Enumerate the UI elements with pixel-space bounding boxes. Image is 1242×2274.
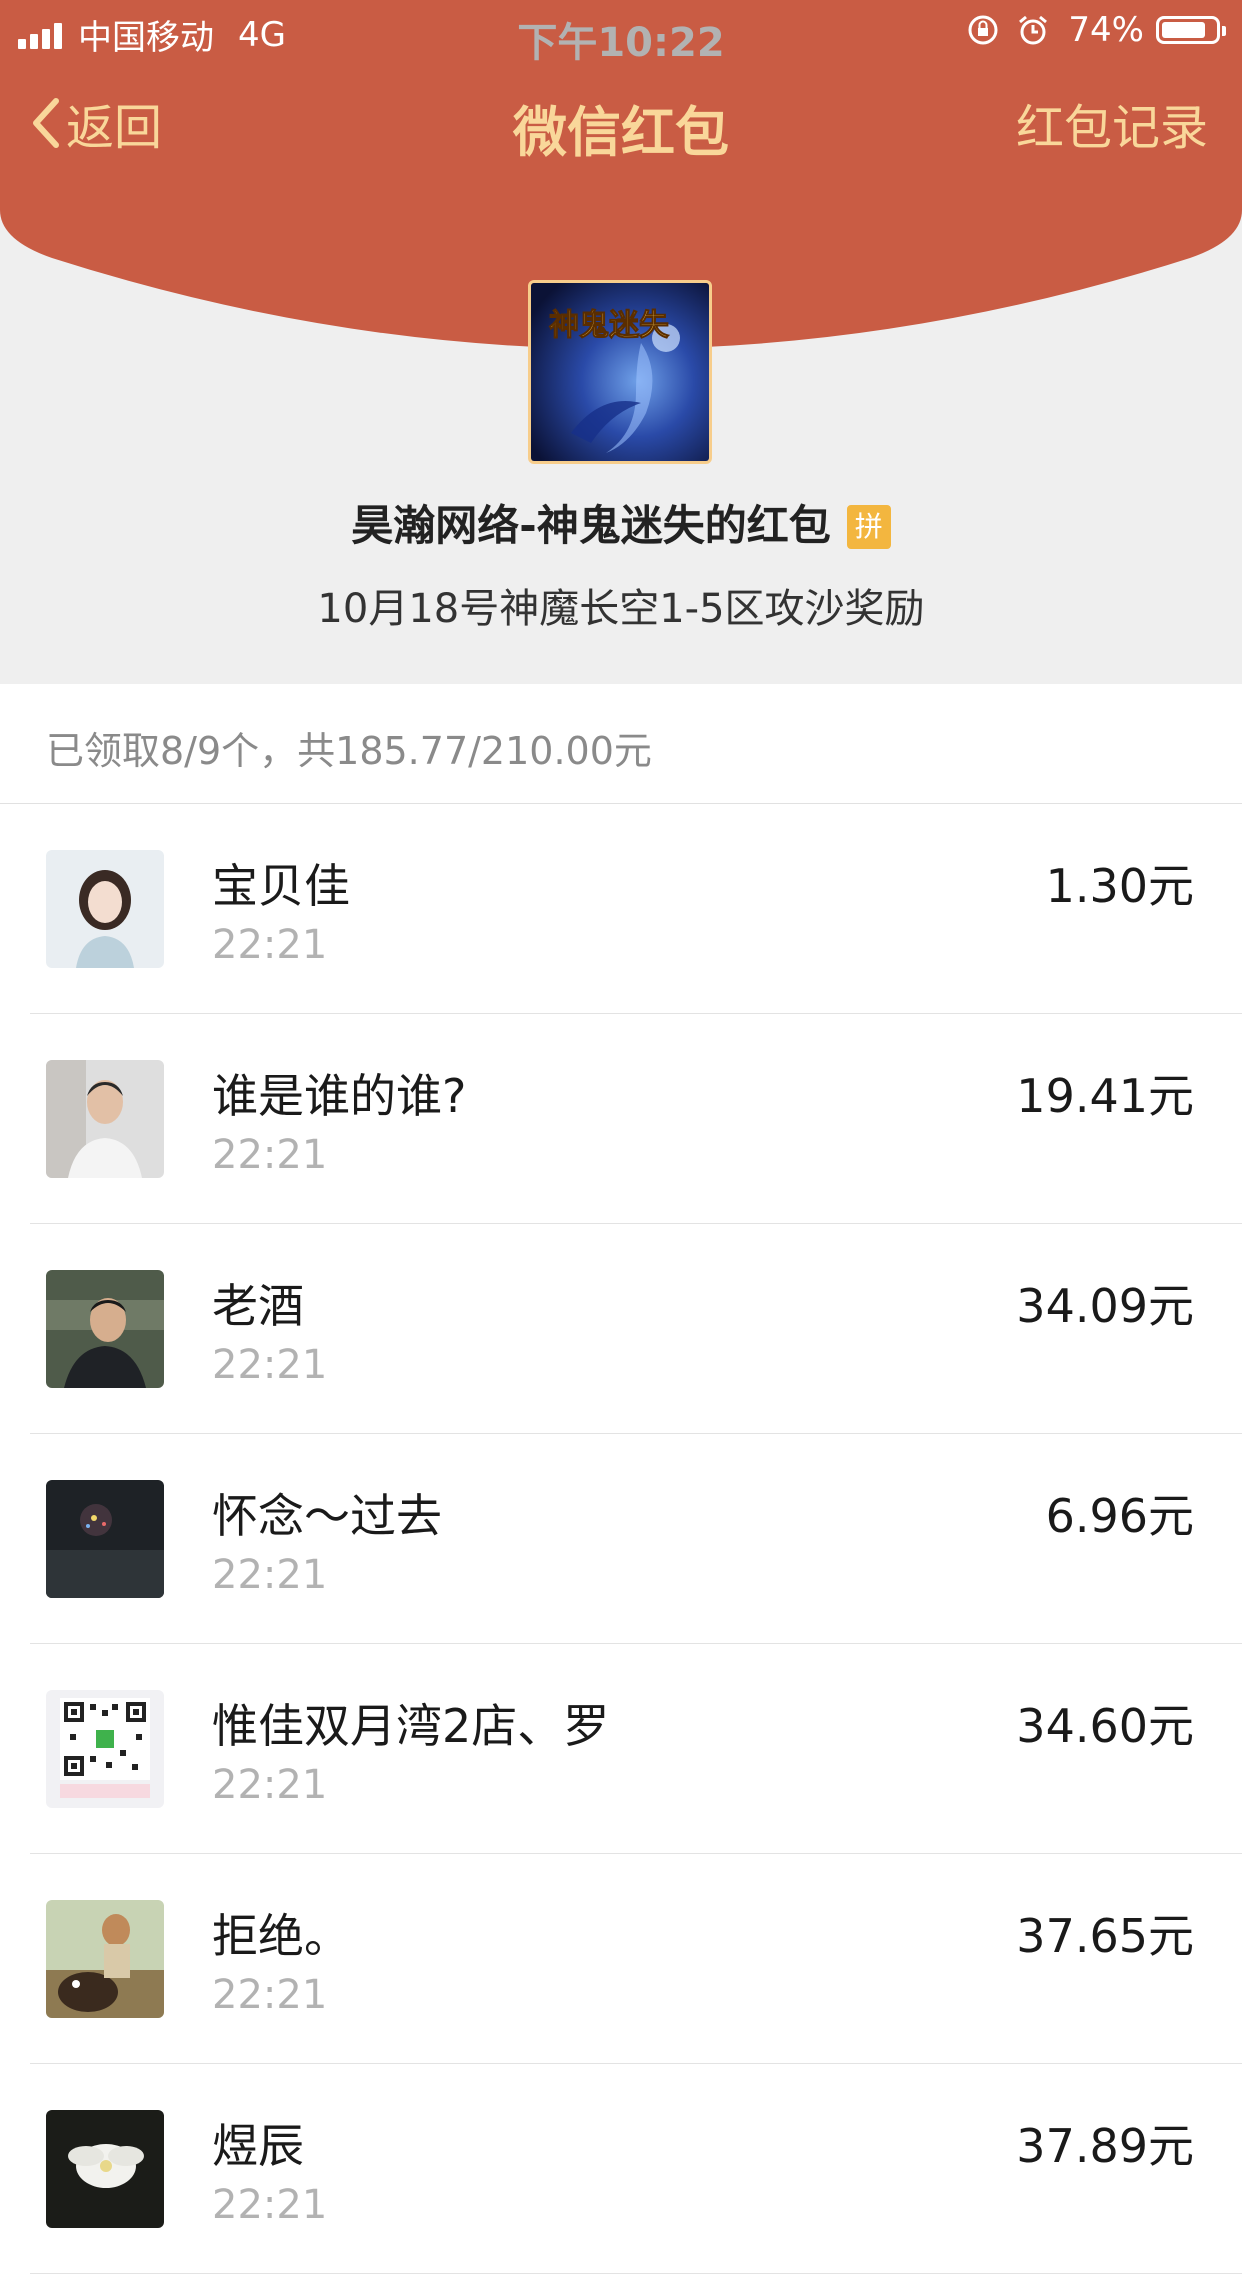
sender-name-text: 昊瀚网络-神鬼迷失的红包 [351,501,831,550]
receiver-name: 煜辰 [212,2119,304,2173]
list-item[interactable]: 怀念～过去 22:21 6.96元 [0,1434,1242,1644]
receiver-name: 惟佳双月湾2店、罗 [212,1699,610,1753]
receive-amount: 34.09元 [1016,1279,1194,1333]
list-item[interactable]: 煜辰 22:21 37.89元 [0,2064,1242,2274]
receiver-name: 拒绝。 [212,1909,350,1963]
battery-icon [1156,16,1226,44]
list-item[interactable]: 拒绝。 22:21 37.65元 [0,1854,1242,2064]
receive-time: 22:21 [212,2182,328,2228]
receiver-name: 谁是谁的谁? [212,1069,467,1123]
receive-time: 22:21 [212,1132,328,1178]
receiver-name: 宝贝佳 [212,859,350,913]
packet-header: 中国移动 4G 下午10:22 74% 返回 微信红包 红包记录 神鬼迷失 昊瀚… [0,0,1242,684]
avatar[interactable] [46,1270,164,1388]
packet-greeting: 10月18号神魔长空1-5区攻沙奖励 [317,586,925,632]
receive-amount: 1.30元 [1045,859,1194,913]
receive-amount: 19.41元 [1016,1069,1194,1123]
list-item[interactable]: 宝贝佳 22:21 1.30元 [0,804,1242,1014]
receiver-name: 怀念～过去 [212,1489,442,1543]
logo-text: 神鬼迷失 [549,308,670,343]
avatar[interactable] [46,2110,164,2228]
avatar[interactable] [46,1690,164,1808]
status-bar: 中国移动 4G 下午10:22 74% [0,0,1242,66]
avatar[interactable] [46,1480,164,1598]
sender-name: 昊瀚网络-神鬼迷失的红包拼 [0,492,1242,553]
avatar[interactable] [46,1060,164,1178]
receive-amount: 37.65元 [1016,1909,1194,1963]
receive-time: 22:21 [212,1552,328,1598]
list-item[interactable]: 老酒 22:21 34.09元 [0,1224,1242,1434]
rotation-lock-icon [968,15,998,45]
receive-amount: 34.60元 [1016,1699,1194,1753]
records-button[interactable]: 红包记录 [1016,88,1208,158]
claim-summary-text: 已领取8/9个，共185.77/210.00元 [46,729,652,773]
receive-amount: 6.96元 [1045,1489,1194,1543]
avatar[interactable] [46,1900,164,2018]
receiver-list: 宝贝佳 22:21 1.30元 谁是谁的谁? 22:21 19.41元 老酒 2… [0,804,1242,2274]
receive-time: 22:21 [212,1972,328,2018]
receiver-name: 老酒 [212,1279,304,1333]
avatar[interactable] [46,850,164,968]
battery-percent: 74% [1068,10,1144,50]
list-item[interactable]: 谁是谁的谁? 22:21 19.41元 [0,1014,1242,1224]
receive-time: 22:21 [212,1762,328,1808]
list-item[interactable]: 惟佳双月湾2店、罗 22:21 34.60元 [0,1644,1242,1854]
alarm-icon [1019,15,1048,45]
group-packet-badge: 拼 [846,505,891,549]
sender-logo: 神鬼迷失 [528,280,712,464]
receive-time: 22:21 [212,922,328,968]
receive-amount: 37.89元 [1016,2119,1194,2173]
receive-time: 22:21 [212,1342,328,1388]
claim-summary: 已领取8/9个，共185.77/210.00元 [0,684,1242,804]
nav-bar: 返回 微信红包 红包记录 [0,88,1242,168]
